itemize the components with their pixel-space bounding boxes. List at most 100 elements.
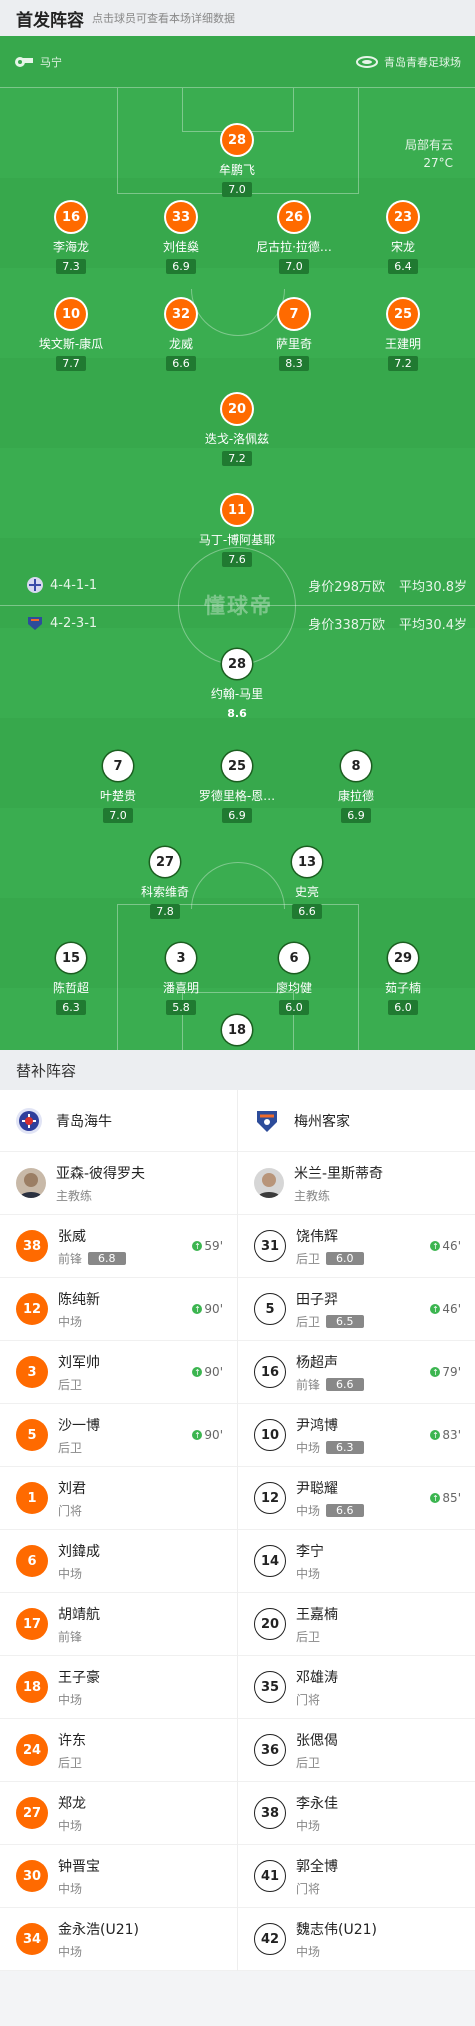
- home-player[interactable]: 10 埃文斯-康瓜 7.7: [16, 299, 126, 371]
- venue-bar: 马宁 青岛青春足球场: [0, 36, 475, 88]
- away-player[interactable]: 28 约翰-马里 8.6: [182, 649, 292, 721]
- bench-player-row[interactable]: 31 饶伟辉 后卫 6.0 ↑ 46': [238, 1215, 475, 1278]
- player-name: 饶伟辉: [296, 1228, 338, 1245]
- away-player[interactable]: 18程月磊6.4: [182, 1015, 292, 1050]
- player-number: 3: [16, 1356, 48, 1388]
- player-position: 后卫: [58, 1377, 83, 1392]
- bench-player-row[interactable]: 5 沙一博 后卫 ↑ 90': [0, 1404, 237, 1467]
- away-player[interactable]: 13 史亮 6.6: [252, 847, 362, 919]
- away-coach[interactable]: 米兰-里斯蒂奇 主教练: [238, 1152, 475, 1215]
- player-number: 7: [279, 299, 309, 329]
- player-number: 8: [341, 751, 371, 781]
- player-number: 6: [279, 943, 309, 973]
- player-name: 沙一博: [58, 1417, 100, 1434]
- player-position: 中场: [58, 1692, 83, 1707]
- player-number: 18: [222, 1015, 252, 1045]
- bench-player-row[interactable]: 12 陈纯新 中场 ↑ 90': [0, 1278, 237, 1341]
- player-info: 刘君 门将: [58, 1478, 223, 1519]
- home-player[interactable]: 7 萨里奇 8.3: [239, 299, 349, 371]
- home-player[interactable]: 11 马丁-博阿基耶 7.6: [182, 495, 292, 567]
- bench-player-row[interactable]: 36 张偲偈 后卫: [238, 1719, 475, 1782]
- player-position-line: 后卫: [58, 1754, 223, 1771]
- bench-player-row[interactable]: 38 李永佳 中场: [238, 1782, 475, 1845]
- bench-player-row[interactable]: 10 尹鸿博 中场 6.3 ↑ 83': [238, 1404, 475, 1467]
- referee: 马宁: [14, 54, 62, 70]
- bench-player-row[interactable]: 14 李宁 中场: [238, 1530, 475, 1593]
- player-info: 杨超声 前锋 6.6: [296, 1352, 430, 1393]
- bench-player-row[interactable]: 3 刘军帅 后卫 ↑ 90': [0, 1341, 237, 1404]
- away-player[interactable]: 25 罗德里格-恩… 6.9: [182, 751, 292, 823]
- bench-player-row[interactable]: 12 尹聪耀 中场 6.6 ↑ 85': [238, 1467, 475, 1530]
- away-player[interactable]: 6 廖均健 6.0: [239, 943, 349, 1015]
- coach-name: 亚森-彼得罗夫: [56, 1165, 146, 1182]
- home-player[interactable]: 16 李海龙 7.3: [16, 202, 126, 274]
- home-team-header[interactable]: 青岛海牛: [0, 1090, 237, 1152]
- away-value: 身价338万欧: [308, 617, 386, 633]
- player-number: 15: [56, 943, 86, 973]
- home-player[interactable]: 23 宋龙 6.4: [348, 202, 458, 274]
- bench-player-row[interactable]: 20 王嘉楠 后卫: [238, 1593, 475, 1656]
- player-rating: 6.9: [222, 808, 252, 823]
- away-team-header[interactable]: 梅州客家: [238, 1090, 475, 1152]
- coach-avatar: [254, 1168, 284, 1198]
- away-player[interactable]: 27 科索维奇 7.8: [110, 847, 220, 919]
- home-coach[interactable]: 亚森-彼得罗夫 主教练: [0, 1152, 237, 1215]
- player-position: 中场: [296, 1818, 321, 1833]
- bench-player-row[interactable]: 5 田子羿 后卫 6.5 ↑ 46': [238, 1278, 475, 1341]
- player-position-line: 门将: [58, 1502, 223, 1519]
- home-player[interactable]: 28 牟鹏飞 7.0: [182, 125, 292, 197]
- home-player[interactable]: 20 迭戈-洛佩兹 7.2: [182, 394, 292, 466]
- player-position: 后卫: [58, 1755, 83, 1770]
- player-position-line: 中场: [58, 1565, 223, 1582]
- qingdao-team-logo-icon: [16, 1107, 42, 1134]
- player-name: 龙威: [168, 337, 193, 351]
- bench-player-row[interactable]: 34 金永浩(U21) 中场: [0, 1908, 237, 1971]
- player-number: 6: [16, 1545, 48, 1577]
- player-number: 41: [254, 1860, 286, 1892]
- player-rating: 7.2: [388, 356, 418, 371]
- referee-name: 马宁: [40, 55, 62, 69]
- player-rating: 6.6: [326, 1377, 364, 1391]
- player-name: 陈哲超: [52, 981, 89, 995]
- player-rating: 6.6: [292, 904, 322, 919]
- bench: 青岛海牛 亚森-彼得罗夫 主教练 38 张威 前锋 6.8 ↑ 59' 12 陈纯新 中场 ↑ 90…: [0, 1090, 475, 1971]
- bench-player-row[interactable]: 16 杨超声 前锋 6.6 ↑ 79': [238, 1341, 475, 1404]
- player-position-line: 门将: [296, 1880, 461, 1897]
- away-player[interactable]: 3 潘喜明 5.8: [126, 943, 236, 1015]
- player-position-line: 后卫 6.0: [296, 1250, 430, 1267]
- player-number: 7: [103, 751, 133, 781]
- sub-in-time: 46': [442, 1239, 461, 1253]
- away-player[interactable]: 7 叶楚贵 7.0: [63, 751, 173, 823]
- sub-in-arrow-icon: ↑: [430, 1367, 441, 1377]
- bench-player-row[interactable]: 42 魏志伟(U21) 中场: [238, 1908, 475, 1971]
- away-player[interactable]: 8 康拉德 6.9: [301, 751, 411, 823]
- player-position-line: 中场: [296, 1817, 461, 1834]
- weather-temp: 27°C: [423, 156, 453, 170]
- bench-player-row[interactable]: 35 邓雄涛 门将: [238, 1656, 475, 1719]
- player-position: 中场: [296, 1944, 321, 1959]
- bench-player-row[interactable]: 1 刘君 门将: [0, 1467, 237, 1530]
- away-player[interactable]: 29 茹子楠 6.0: [348, 943, 458, 1015]
- player-name: 埃文斯-康瓜: [38, 337, 104, 351]
- bench-player-row[interactable]: 24 许东 后卫: [0, 1719, 237, 1782]
- home-player[interactable]: 32 龙威 6.6: [126, 299, 236, 371]
- bench-player-row[interactable]: 27 郑龙 中场: [0, 1782, 237, 1845]
- player-name: 牟鹏飞: [218, 163, 255, 177]
- bench-player-row[interactable]: 17 胡靖航 前锋: [0, 1593, 237, 1656]
- player-rating: 7.3: [56, 259, 86, 274]
- home-player[interactable]: 25 王建明 7.2: [348, 299, 458, 371]
- away-player[interactable]: 15 陈哲超 6.3: [16, 943, 126, 1015]
- home-player[interactable]: 26 尼古拉·拉德… 7.0: [239, 202, 349, 274]
- bench-player-row[interactable]: 30 钟晋宝 中场: [0, 1845, 237, 1908]
- sub-in-arrow-icon: ↑: [430, 1241, 441, 1251]
- player-position-line: 前锋 6.8: [58, 1250, 192, 1267]
- home-player[interactable]: 33 刘佳燊 6.9: [126, 202, 236, 274]
- bench-player-row[interactable]: 18 王子豪 中场: [0, 1656, 237, 1719]
- player-number: 38: [16, 1230, 48, 1262]
- bench-player-row[interactable]: 38 张威 前锋 6.8 ↑ 59': [0, 1215, 237, 1278]
- player-position-line: 中场: [58, 1817, 223, 1834]
- bench-player-row[interactable]: 6 刘鍏成 中场: [0, 1530, 237, 1593]
- player-name: 史亮: [294, 885, 319, 899]
- bench-player-row[interactable]: 41 郭全博 门将: [238, 1845, 475, 1908]
- pitch: 马宁 青岛青春足球场 局部有云 27°C 懂球帝 4-4-1-1 身价298万欧…: [0, 36, 475, 1050]
